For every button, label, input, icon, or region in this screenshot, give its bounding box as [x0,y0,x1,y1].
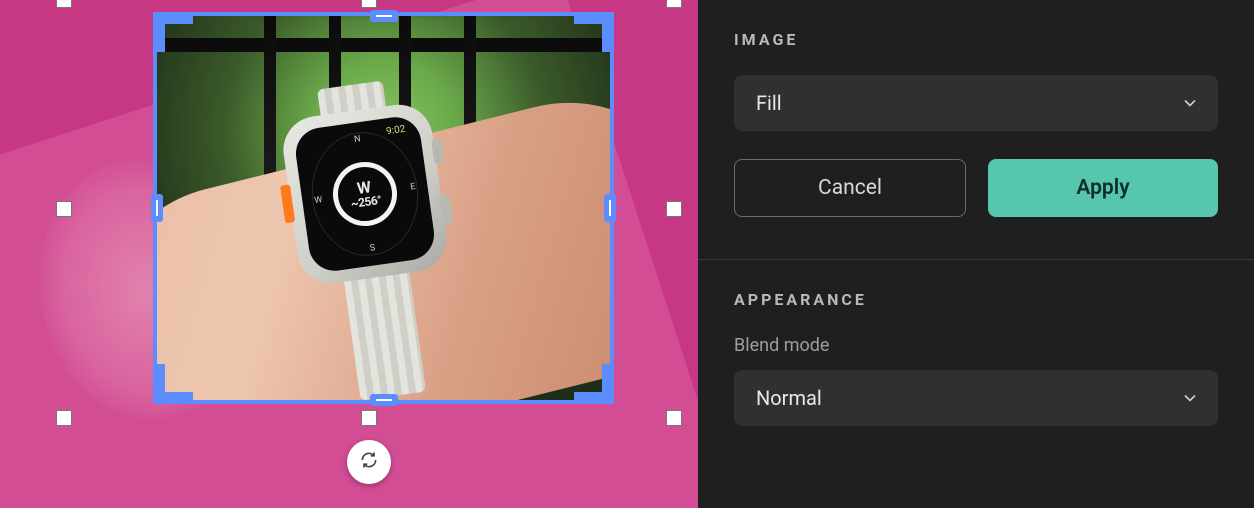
refresh-icon [359,450,379,474]
chevron-down-icon [1180,388,1200,408]
cancel-button-label: Cancel [818,176,882,200]
resize-handle-mr[interactable] [666,201,682,217]
fill-mode-select[interactable]: Fill [734,75,1218,131]
crop-corner-tl[interactable] [153,12,193,52]
crop-edge-bottom[interactable] [370,394,398,406]
resize-handle-br[interactable] [666,410,682,426]
image-action-row: Cancel Apply [734,159,1218,217]
crop-edge-top[interactable] [370,10,398,22]
blend-mode-value: Normal [756,386,822,410]
apply-button-label: Apply [1076,176,1129,200]
apply-button[interactable]: Apply [988,159,1218,217]
resize-handle-mb[interactable] [361,410,377,426]
chevron-down-icon [1180,93,1200,113]
cancel-button[interactable]: Cancel [734,159,966,217]
properties-panel: IMAGE Fill Cancel Apply APPEARANCE Blend… [698,0,1254,508]
fill-mode-value: Fill [756,91,782,115]
crop-edge-right[interactable] [604,194,616,222]
section-divider [698,259,1254,260]
reset-crop-button[interactable] [347,440,391,484]
crop-edge-left[interactable] [151,194,163,222]
crop-corner-bl[interactable] [153,364,193,404]
resize-handle-tl[interactable] [56,0,72,8]
blend-mode-label: Blend mode [734,335,1218,356]
crop-corner-br[interactable] [574,364,614,404]
resize-handle-mt[interactable] [361,0,377,8]
resize-handle-tr[interactable] [666,0,682,8]
crop-corner-tr[interactable] [574,12,614,52]
image-section-title: IMAGE [734,30,1218,49]
editor-canvas[interactable]: 9:02 N S E W W ~256° [0,0,698,508]
resize-handle-ml[interactable] [56,201,72,217]
crop-rectangle[interactable] [153,12,614,404]
resize-handle-bl[interactable] [56,410,72,426]
appearance-section-title: APPEARANCE [734,290,1218,309]
blend-mode-select[interactable]: Normal [734,370,1218,426]
